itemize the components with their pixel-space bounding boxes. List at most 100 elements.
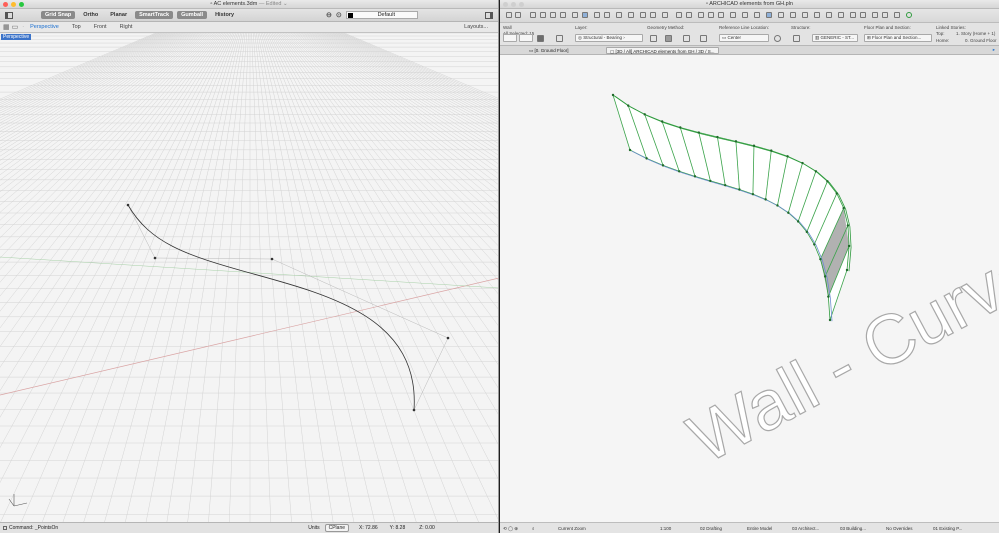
toolbar-tool-icon[interactable] (838, 12, 844, 18)
building-option[interactable]: 03 Building... (840, 526, 866, 531)
floorplan-dropdown[interactable]: ⊞ Floor Plan and Section... (864, 34, 932, 42)
wall-node-point[interactable] (764, 198, 767, 201)
tab-perspective[interactable]: Perspective (30, 24, 59, 30)
zoom-label[interactable]: Current Zoom (558, 526, 586, 531)
toolbar-tool-icon[interactable] (676, 12, 682, 18)
wall-node-point[interactable] (813, 243, 816, 246)
3d-canvas[interactable]: Wall - Curve (500, 55, 999, 522)
layer-dropdown[interactable]: ◎ Structural - Bearing › (575, 34, 643, 42)
element-id-field[interactable] (519, 34, 533, 42)
wall-node-point[interactable] (819, 257, 822, 261)
polygonal-wall-icon[interactable] (700, 35, 707, 42)
control-point[interactable] (270, 257, 274, 261)
wall-node-point[interactable] (786, 155, 789, 158)
tab-viewport-menu-icon[interactable]: · (22, 24, 24, 30)
toolbar-tool-icon[interactable] (540, 12, 546, 18)
zoom-button[interactable] (19, 2, 24, 7)
toolbar-tool-icon[interactable] (582, 12, 588, 18)
layouts-button[interactable]: Layouts... (464, 24, 488, 30)
toolbar-tool-icon[interactable] (662, 12, 668, 18)
toolbar-tool-icon[interactable] (560, 12, 566, 18)
wall-node-point[interactable] (628, 148, 632, 152)
viewport-canvas[interactable] (0, 33, 498, 522)
toolbar-tool-icon[interactable] (778, 12, 784, 18)
record-icon[interactable]: ⊙ (336, 11, 342, 19)
wall-node-point[interactable] (805, 230, 809, 234)
flip-icon[interactable] (774, 35, 781, 42)
toolbar-tool-icon[interactable] (628, 12, 634, 18)
wall-node-point[interactable] (823, 275, 827, 278)
wall-node-point[interactable] (776, 204, 779, 207)
wall-node-point[interactable] (796, 220, 800, 223)
wall-node-point[interactable] (611, 93, 615, 97)
planar-toggle[interactable]: Planar (106, 11, 131, 19)
undo-view-icon[interactable]: ⟲ ◯ ⊕ (503, 526, 518, 532)
wall-node-point[interactable] (846, 224, 850, 227)
toolbar-tool-icon[interactable] (640, 12, 646, 18)
wall-node-point[interactable] (828, 318, 832, 322)
structure-type-icon[interactable] (793, 35, 800, 42)
wall-node-point[interactable] (814, 170, 818, 173)
toolbar-tool-icon[interactable] (604, 12, 610, 18)
curved-wall-icon[interactable] (665, 35, 672, 42)
trapezoid-wall-icon[interactable] (683, 35, 690, 42)
tab-right[interactable]: Right (120, 24, 133, 30)
wall-node-point[interactable] (660, 120, 664, 123)
wall-node-point[interactable] (627, 104, 630, 107)
wall-node-point[interactable] (787, 211, 790, 214)
toolbar-tool-icon[interactable] (572, 12, 578, 18)
toolbar-tool-icon[interactable] (872, 12, 878, 18)
straight-wall-icon[interactable] (650, 35, 657, 42)
toolbar-tool-icon[interactable] (850, 12, 856, 18)
toolbar-tool-icon[interactable] (860, 12, 866, 18)
wall-face[interactable] (613, 95, 850, 320)
wall-node-point[interactable] (752, 144, 756, 147)
gumball-toggle[interactable]: Gumball (177, 11, 208, 19)
edited-indicator[interactable]: — Edited ⌄ (259, 1, 288, 7)
existing-option[interactable]: 01 Existing P... (933, 526, 962, 531)
wall-node-point[interactable] (738, 188, 741, 191)
toolbar-tool-icon[interactable] (594, 12, 600, 18)
toolbar-tool-icon[interactable] (718, 12, 724, 18)
viewport-name-label[interactable]: Perspective (1, 34, 32, 40)
toolbar-tool-icon[interactable] (802, 12, 808, 18)
control-point[interactable] (153, 256, 157, 260)
layer-combo[interactable]: 02 Drafting (700, 526, 722, 531)
structure-dropdown[interactable]: ▥ GENERIC - ST... (812, 34, 858, 42)
wall-node-point[interactable] (770, 149, 773, 152)
control-point[interactable] (126, 203, 130, 207)
view-option[interactable]: 03 Architect... (792, 526, 819, 531)
sidebar-toggle-icon[interactable] (5, 11, 13, 19)
wall-node-point[interactable] (827, 295, 830, 298)
tab-3d-view[interactable]: ▢ [3D / All] ARCHICAD elements from GH /… (606, 47, 719, 54)
minimize-button[interactable] (511, 2, 516, 7)
3d-viewport[interactable]: Wall - Curve (500, 55, 999, 522)
control-point[interactable] (446, 336, 450, 340)
overrides-option[interactable]: No Overrides (886, 526, 913, 531)
id-field[interactable] (503, 34, 517, 42)
history-toggle[interactable]: History (211, 11, 238, 19)
wall-tool-icon[interactable] (537, 35, 544, 42)
perspective-viewport[interactable]: Perspective (0, 33, 498, 522)
zoom-icon[interactable]: ⌕ (532, 526, 535, 531)
toolbar-tool-icon[interactable] (698, 12, 704, 18)
wall-node-point[interactable] (845, 268, 849, 272)
wall-node-point[interactable] (847, 244, 851, 248)
close-button[interactable] (3, 2, 8, 7)
tab-ground-floor[interactable]: ▭ [0. Ground Floor] (526, 47, 572, 54)
wall-node-point[interactable] (679, 126, 682, 129)
reference-line-dropdown[interactable]: ▭ Center (719, 34, 769, 42)
model-view[interactable]: Entire Model (747, 526, 772, 531)
cplane-button[interactable]: CPlane (324, 524, 350, 532)
single-layout-icon[interactable]: ▭ (12, 23, 19, 31)
home-story-value[interactable]: 0. Ground Floor (965, 38, 997, 43)
wall-node-point[interactable] (643, 113, 646, 116)
command-line[interactable]: Command: _PointsOn (9, 525, 58, 531)
ortho-toggle[interactable]: Ortho (79, 11, 102, 19)
wall-node-point[interactable] (826, 180, 829, 183)
wall-node-point[interactable] (677, 170, 681, 173)
close-button[interactable] (503, 2, 508, 7)
toolbar-tool-icon[interactable] (814, 12, 820, 18)
wall-node-point[interactable] (716, 135, 719, 139)
toolbar-tool-icon[interactable] (894, 12, 900, 18)
